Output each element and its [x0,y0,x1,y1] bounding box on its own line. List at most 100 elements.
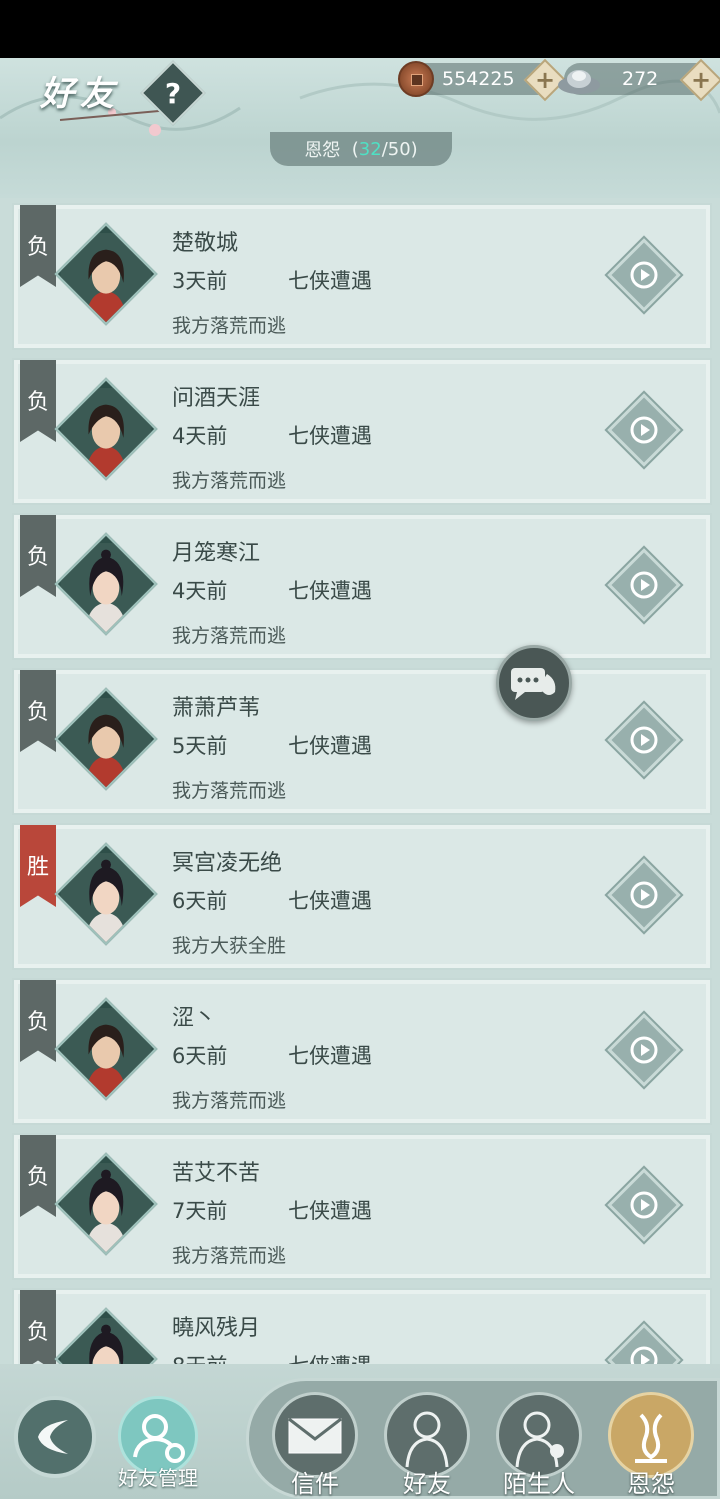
character-portrait-icon [60,1163,152,1255]
player-name: 问酒天涯 [172,386,261,411]
grudge-counter: 恩怨 ( 32 /50 ) [270,132,452,166]
encounter-mode: 七侠遭遇 [288,1044,372,1068]
grudge-record-card[interactable]: 负 楚敬城 3天前 七侠遭遇 我方落荒而逃 [12,203,712,350]
avatar[interactable] [54,532,158,636]
grudge-record-card[interactable]: 负 涩丶 6天前 七侠遭遇 我方落荒而逃 [12,978,712,1125]
stranger-portrait-icon [515,1411,564,1468]
battle-result: 我方落荒而逃 [172,470,287,492]
back-button[interactable] [14,1396,96,1478]
grudge-record-card[interactable]: 负 问酒天涯 4天前 七侠遭遇 我方落荒而逃 [12,358,712,505]
grudge-record-card[interactable]: 负 苦艾不苦 7天前 七侠遭遇 我方落荒而逃 [12,1133,712,1280]
encounter-mode: 七侠遭遇 [288,889,372,913]
player-name: 楚敬城 [172,231,239,256]
encounter-mode: 七侠遭遇 [288,1350,372,1364]
status-bar [0,0,720,58]
play-replay-icon [621,407,667,453]
player-name: 苦艾不苦 [172,1161,261,1186]
counter-current: 32 [358,138,382,160]
battle-result: 我方落荒而逃 [172,315,287,337]
player-name: 曉风残月 [172,1316,261,1341]
avatar[interactable] [54,997,158,1101]
result-ribbon: 负 [20,1135,56,1217]
result-ribbon: 负 [20,515,56,597]
player-name: 冥宫凌无绝 [172,851,283,876]
replay-button[interactable] [607,393,681,467]
character-portrait-icon [60,853,152,945]
tab-friends-label: 好友 [403,1470,451,1498]
back-arrow-icon [38,1420,68,1454]
grudge-record-card[interactable]: 负 萧萧芦苇 5天前 七侠遭遇 我方落荒而逃 [12,668,712,815]
encounter-mode: 七侠遭遇 [288,734,372,758]
play-replay-icon [621,717,667,763]
avatar[interactable] [54,687,158,791]
record-time: 3天前 [172,269,228,293]
character-portrait-icon [60,1318,152,1364]
battle-result: 我方落荒而逃 [172,1245,287,1267]
question-icon: ? [164,76,182,110]
replay-button[interactable] [607,548,681,622]
battle-result: 我方落荒而逃 [172,780,287,802]
friend-portrait-icon [405,1411,449,1468]
chat-bubble-icon [511,668,556,700]
avatar[interactable] [54,1152,158,1256]
record-time: 6天前 [172,889,228,913]
encounter-mode: 七侠遭遇 [288,424,372,448]
copper-coin-icon [398,61,434,97]
play-replay-icon [621,1337,667,1364]
replay-button[interactable] [607,1168,681,1242]
silver-ingot-icon [558,70,600,94]
result-ribbon: 负 [20,1290,56,1364]
replay-button[interactable] [607,858,681,932]
counter-close-paren: ) [410,138,418,160]
avatar[interactable] [54,1307,158,1364]
result-ribbon: 负 [20,980,56,1062]
counter-max: /50 [381,138,411,160]
result-ribbon: 负 [20,670,56,752]
plus-icon: + [690,66,712,94]
record-time: 5天前 [172,734,228,758]
replay-button[interactable] [607,1013,681,1087]
battle-result: 我方落荒而逃 [172,1090,287,1112]
character-portrait-icon [60,543,152,635]
result-ribbon: 胜 [20,825,56,907]
battle-result: 我方落荒而逃 [172,625,287,647]
player-name: 萧萧芦苇 [172,696,261,721]
record-time: 8天前 [172,1350,227,1364]
plus-icon: + [534,66,556,94]
character-portrait-icon [60,233,152,325]
grudge-record-card[interactable]: 负 月笼寒江 4天前 七侠遭遇 我方落荒而逃 [12,513,712,660]
envelope-icon [288,1417,342,1454]
floating-chat-button[interactable] [496,645,572,721]
play-replay-icon [621,252,667,298]
grudge-emblem-icon [635,1413,667,1463]
player-name: 涩丶 [172,1006,217,1031]
result-ribbon: 负 [20,360,56,442]
record-time: 4天前 [172,424,228,448]
battle-result: 我方大获全胜 [172,935,287,957]
result-ribbon: 负 [20,205,56,287]
play-replay-icon [621,562,667,608]
copper-currency: 554225 + [398,58,567,102]
replay-button[interactable] [607,238,681,312]
grudge-record-card[interactable]: 负 曉风残月 8天前 七侠遭遇 [12,1288,712,1364]
counter-label: 恩怨 [304,140,341,161]
replay-button[interactable] [607,703,681,777]
grudge-record-list[interactable]: 负楚敬城 3天前 七侠遭遇 我方落荒而逃负问酒天涯 4天前 七侠遭遇 我方落荒而逃负月笼寒江… [12,200,712,1364]
tab-strangers-label: 陌生人 [503,1470,575,1498]
character-portrait-icon [60,1008,152,1100]
avatar[interactable] [54,377,158,481]
replay-button[interactable] [607,1323,681,1364]
friend-manage-label: 好友管理 [118,1466,198,1490]
silver-amount: 272 [622,68,659,90]
encounter-mode: 七侠遭遇 [288,579,372,603]
record-time: 7天前 [172,1199,228,1223]
page-title: 好友 [40,74,120,114]
counter-open-paren: ( [340,138,359,160]
grudge-record-card[interactable]: 胜 冥宫凌无绝 6天前 七侠遭遇 我方大获全胜 [12,823,712,970]
tab-mail-label: 信件 [291,1470,339,1498]
avatar[interactable] [54,222,158,326]
play-replay-icon [621,1182,667,1228]
avatar[interactable] [54,842,158,946]
character-portrait-icon [60,698,152,790]
silver-currency: 272 + [558,58,720,102]
